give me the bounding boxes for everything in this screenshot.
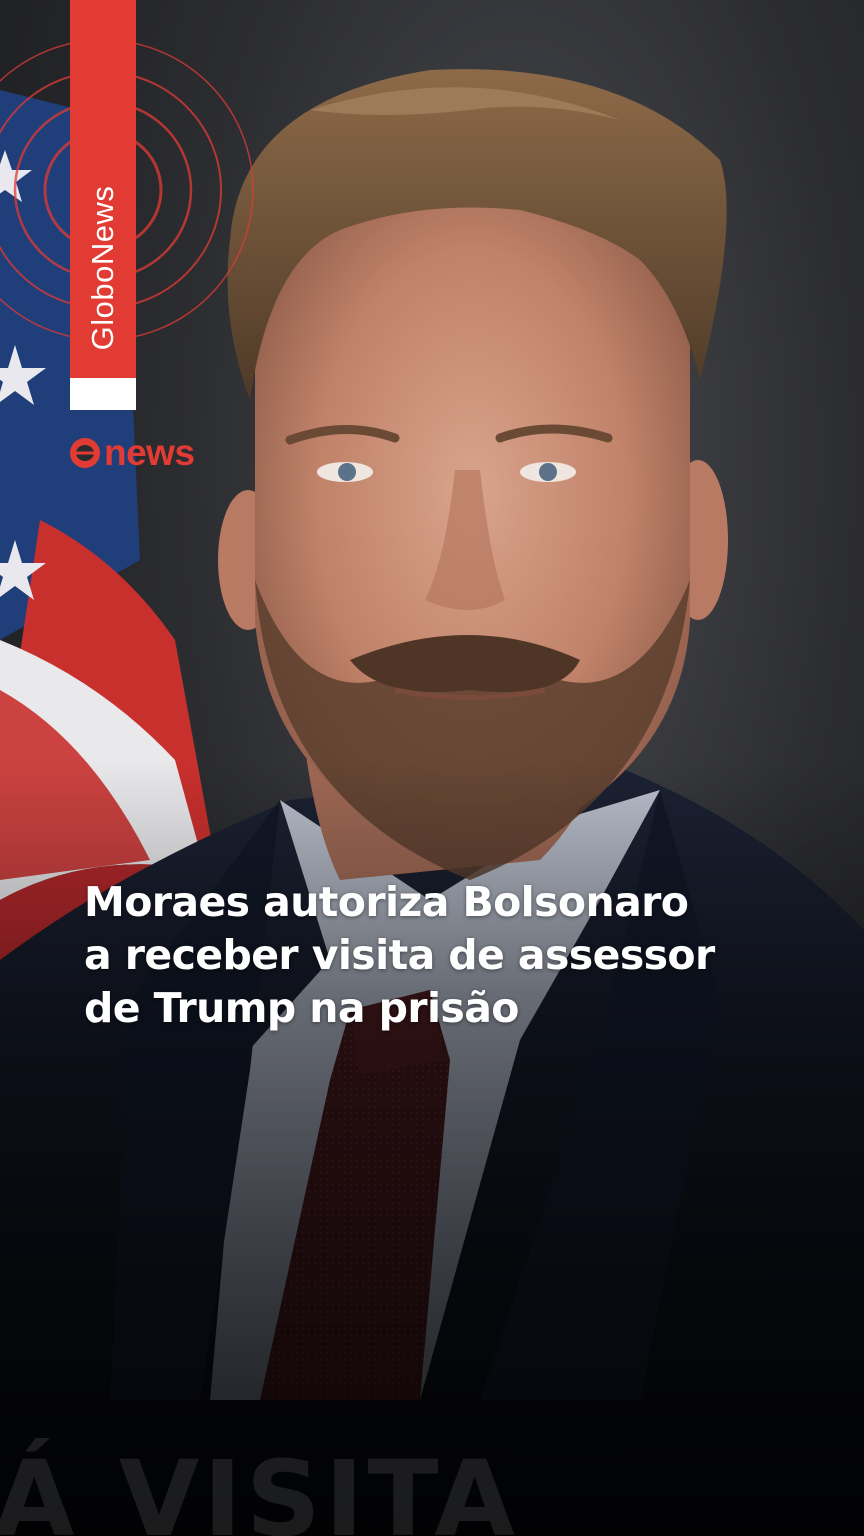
brand-white-tab (70, 378, 136, 410)
brand-vertical-label: GloboNews (85, 185, 120, 351)
headline: Moraes autoriza Bolsonaro a receber visi… (84, 876, 784, 1035)
globo-logo-icon (70, 437, 100, 468)
story-card: GloboNews news Moraes autoriza Bolsonaro… (0, 0, 864, 1536)
globonews-logo: news (68, 434, 195, 471)
headline-line-1: Moraes autoriza Bolsonaro (84, 878, 689, 926)
background-caption: Á VISITA (0, 1438, 519, 1536)
logo-wordmark: news (104, 432, 195, 473)
headline-line-3: de Trump na prisão (84, 984, 519, 1032)
headline-line-2: a receber visita de assessor (84, 931, 715, 979)
